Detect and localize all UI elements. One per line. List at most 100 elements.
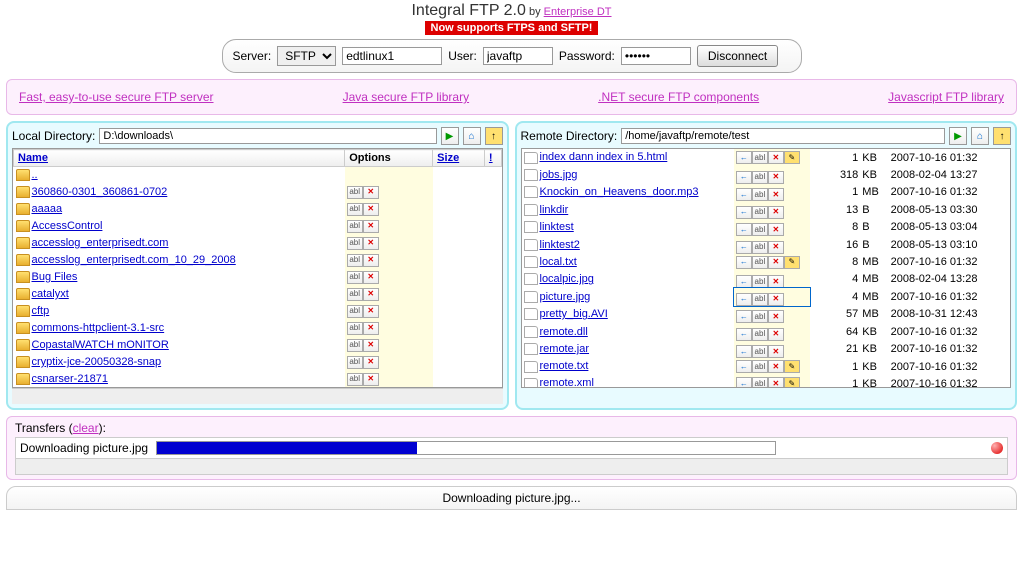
file-name[interactable]: linkdir [540, 204, 569, 216]
table-row[interactable]: linktest ←abl✕ 8 B 2008-05-13 03:04 [522, 219, 1011, 237]
table-row[interactable]: accesslog_enterprisedt.com_10_29_2008 ab… [14, 252, 502, 269]
table-row[interactable]: linkdir ←abl✕ 13 B 2008-05-13 03:30 [522, 201, 1011, 219]
file-name[interactable]: remote.jar [540, 343, 590, 355]
delete-icon[interactable]: ✕ [768, 345, 784, 358]
delete-icon[interactable]: ✕ [768, 256, 784, 269]
rename-icon[interactable]: abl [347, 322, 363, 335]
table-row[interactable]: aaaaa abl✕ [14, 201, 502, 218]
table-row[interactable]: linktest2 ←abl✕ 16 B 2008-05-13 03:10 [522, 236, 1011, 254]
table-row[interactable]: remote.xml ←abl✕✎ 1 KB 2007-10-16 01:32 [522, 375, 1011, 387]
download-icon[interactable]: ← [736, 256, 752, 269]
delete-icon[interactable]: ✕ [768, 360, 784, 373]
link-dotnet[interactable]: .NET secure FTP components [598, 90, 759, 104]
file-name[interactable]: accesslog_enterprisedt.com [32, 237, 169, 249]
file-name[interactable]: remote.xml [540, 377, 594, 387]
table-row[interactable]: .. [14, 167, 502, 184]
clear-link[interactable]: clear [73, 421, 99, 435]
server-type-select[interactable]: SFTP [277, 46, 336, 66]
delete-icon[interactable]: ✕ [363, 254, 379, 267]
rename-icon[interactable]: abl [752, 360, 768, 373]
rename-icon[interactable]: abl [752, 345, 768, 358]
file-name[interactable]: commons-httpclient-3.1-src [32, 322, 165, 334]
file-name[interactable]: AccessControl [32, 220, 103, 232]
link-js-lib[interactable]: Javascript FTP library [888, 90, 1004, 104]
table-row[interactable]: pretty_big.AVI ←abl✕ 57 MB 2008-10-31 12… [522, 306, 1011, 324]
edit-icon[interactable]: ✎ [784, 151, 800, 164]
table-row[interactable]: 360860-0301_360861-0702 abl✕ [14, 184, 502, 201]
delete-icon[interactable]: ✕ [768, 275, 784, 288]
server-host-input[interactable] [342, 47, 442, 65]
download-icon[interactable]: ← [736, 206, 752, 219]
local-path-input[interactable] [99, 128, 436, 144]
file-name[interactable]: picture.jpg [540, 291, 591, 303]
delete-icon[interactable]: ✕ [363, 305, 379, 318]
up-folder-icon[interactable]: ↑ [993, 127, 1011, 145]
col-size[interactable]: Size [433, 150, 485, 167]
file-name[interactable]: catalyxt [32, 288, 69, 300]
download-icon[interactable]: ← [736, 310, 752, 323]
table-row[interactable]: Bug Files abl✕ [14, 269, 502, 286]
table-row[interactable]: commons-httpclient-3.1-src abl✕ [14, 320, 502, 337]
delete-icon[interactable]: ✕ [768, 151, 784, 164]
table-row[interactable]: localpic.jpg ←abl✕ 4 MB 2008-02-04 13:28 [522, 271, 1011, 289]
delete-icon[interactable]: ✕ [363, 220, 379, 233]
edit-icon[interactable]: ✎ [784, 256, 800, 269]
file-name[interactable]: 360860-0301_360861-0702 [32, 186, 168, 198]
link-java-lib[interactable]: Java secure FTP library [343, 90, 470, 104]
up-folder-icon[interactable]: ↑ [485, 127, 503, 145]
file-name[interactable]: aaaaa [32, 203, 63, 215]
file-name[interactable]: jobs.jpg [540, 169, 578, 181]
table-row[interactable]: cftp abl✕ [14, 303, 502, 320]
rename-icon[interactable]: abl [752, 275, 768, 288]
table-row[interactable]: CopastalWATCH mONITOR abl✕ [14, 337, 502, 354]
rename-icon[interactable]: abl [752, 328, 768, 341]
download-icon[interactable]: ← [736, 328, 752, 341]
go-icon[interactable]: ▶ [441, 127, 459, 145]
file-name[interactable]: CopastalWATCH mONITOR [32, 339, 169, 351]
delete-icon[interactable]: ✕ [363, 203, 379, 216]
h-scrollbar[interactable] [15, 459, 1008, 475]
file-name[interactable]: linktest [540, 221, 574, 233]
rename-icon[interactable]: abl [347, 186, 363, 199]
rename-icon[interactable]: abl [752, 241, 768, 254]
table-row[interactable]: remote.jar ←abl✕ 21 KB 2007-10-16 01:32 [522, 341, 1011, 359]
file-name[interactable]: cryptix-jce-20050328-snap [32, 356, 162, 368]
table-row[interactable]: jobs.jpg ←abl✕ 318 KB 2008-02-04 13:27 [522, 166, 1011, 184]
rename-icon[interactable]: abl [752, 223, 768, 236]
table-row[interactable]: catalyxt abl✕ [14, 286, 502, 303]
delete-icon[interactable]: ✕ [768, 310, 784, 323]
delete-icon[interactable]: ✕ [363, 186, 379, 199]
delete-icon[interactable]: ✕ [363, 339, 379, 352]
file-name[interactable]: Knockin_on_Heavens_door.mp3 [540, 186, 699, 198]
table-row[interactable]: AccessControl abl✕ [14, 218, 502, 235]
file-name[interactable]: local.txt [540, 256, 577, 268]
delete-icon[interactable]: ✕ [768, 223, 784, 236]
table-row[interactable]: cryptix-jce-20050328-snap abl✕ [14, 354, 502, 371]
delete-icon[interactable]: ✕ [363, 288, 379, 301]
edit-icon[interactable]: ✎ [784, 360, 800, 373]
remote-path-input[interactable] [621, 128, 945, 144]
rename-icon[interactable]: abl [347, 339, 363, 352]
download-icon[interactable]: ← [736, 275, 752, 288]
delete-icon[interactable]: ✕ [363, 356, 379, 369]
download-icon[interactable]: ← [736, 171, 752, 184]
password-input[interactable] [621, 47, 691, 65]
table-row[interactable]: remote.txt ←abl✕✎ 1 KB 2007-10-16 01:32 [522, 358, 1011, 375]
download-icon[interactable]: ← [736, 377, 752, 387]
delete-icon[interactable]: ✕ [768, 328, 784, 341]
download-icon[interactable]: ← [736, 345, 752, 358]
col-mod[interactable]: ! [484, 150, 501, 167]
col-options[interactable]: Options [345, 150, 433, 167]
rename-icon[interactable]: abl [347, 305, 363, 318]
disconnect-button[interactable]: Disconnect [697, 45, 778, 67]
cancel-icon[interactable] [991, 442, 1003, 454]
file-name[interactable]: cftp [32, 305, 50, 317]
file-name[interactable]: remote.dll [540, 326, 588, 338]
file-name[interactable]: localpic.jpg [540, 273, 594, 285]
file-name[interactable]: remote.txt [540, 360, 589, 372]
vendor-link[interactable]: Enterprise DT [544, 6, 612, 18]
file-name[interactable]: accesslog_enterprisedt.com_10_29_2008 [32, 254, 236, 266]
table-row[interactable]: csnarser-21871 abl✕ [14, 371, 502, 388]
delete-icon[interactable]: ✕ [363, 271, 379, 284]
table-row[interactable]: accesslog_enterprisedt.com abl✕ [14, 235, 502, 252]
